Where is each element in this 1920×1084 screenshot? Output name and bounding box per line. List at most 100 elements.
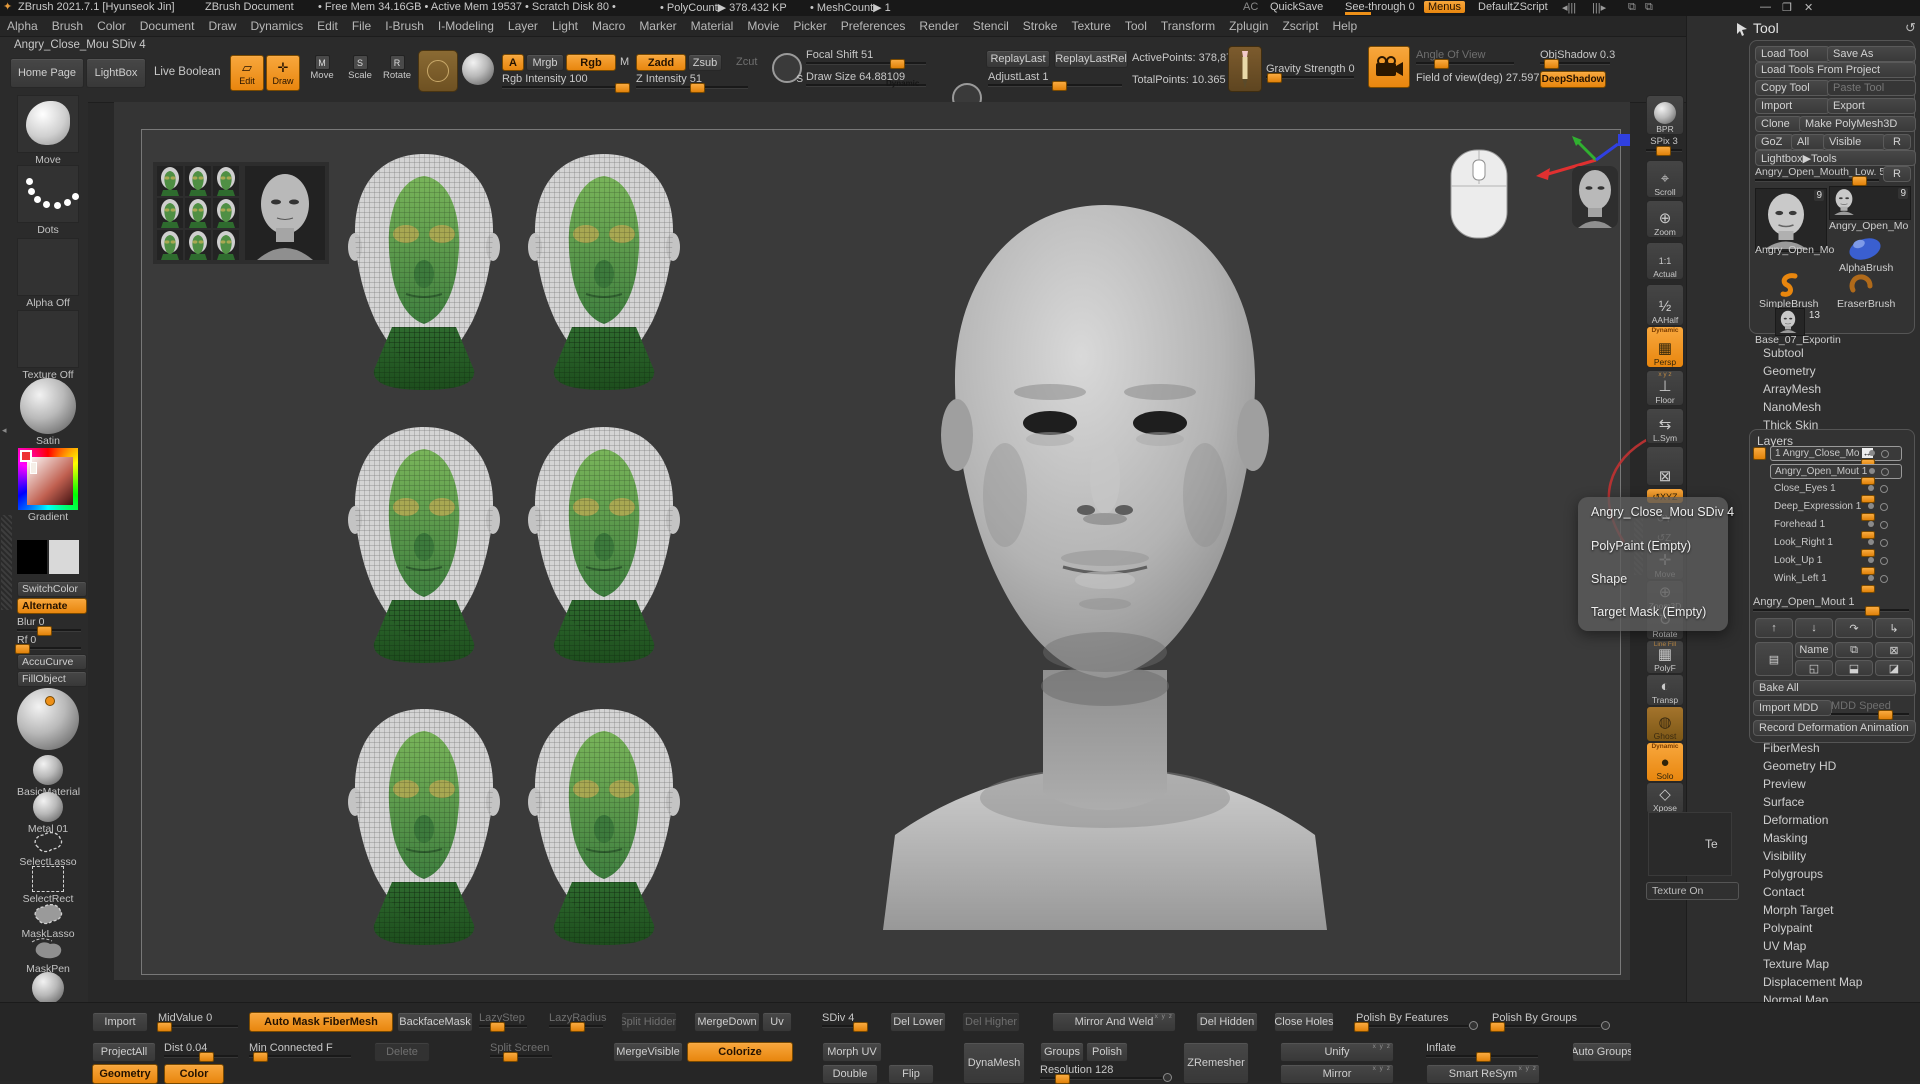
sidebar-item-dots[interactable]: Dots — [17, 165, 79, 236]
expression-thumb[interactable] — [185, 230, 211, 260]
double-button[interactable]: Double — [822, 1064, 878, 1084]
section-polygroups[interactable]: Polygroups — [1763, 867, 1823, 881]
adjust-last-slider[interactable]: AdjustLast 1 — [988, 71, 1122, 86]
section-masking[interactable]: Masking — [1763, 831, 1808, 845]
Zoom-toolbar-button[interactable]: ⊕Zoom — [1646, 200, 1684, 238]
base-head-thumb[interactable]: 13 — [1775, 308, 1805, 336]
sidebar-item-accucurve[interactable]: AccuCurve — [17, 654, 79, 670]
goz-all-button[interactable]: All — [1791, 134, 1826, 150]
record-deformation-button[interactable]: Record Deformation Animation — [1753, 720, 1916, 736]
menu-i-modeling[interactable]: I-Modeling — [438, 19, 494, 33]
layer-arrow-button-1[interactable]: ↓ — [1795, 618, 1833, 638]
rf-0-slider[interactable]: Rf 0 — [17, 634, 81, 649]
menu-file[interactable]: File — [352, 19, 371, 33]
del-hidden-button[interactable]: Del Hidden — [1196, 1012, 1258, 1032]
sculptris-pro-button[interactable] — [462, 53, 494, 85]
fillobject-button[interactable]: FillObject — [17, 671, 87, 687]
zadd-button[interactable]: Zadd — [636, 54, 686, 71]
sdiv-4-slider[interactable]: SDiv 4 — [822, 1012, 868, 1027]
obj-shadow-slider[interactable]: ObjShadow 0.3 — [1540, 49, 1610, 64]
document-canvas[interactable] — [114, 102, 1630, 980]
Scroll-toolbar-button[interactable]: ⌖Scroll — [1646, 160, 1684, 198]
Xpose-toolbar-button[interactable]: ◇Xpose — [1646, 782, 1684, 814]
spix-slider[interactable]: SPix 3 — [1646, 136, 1682, 151]
gravity-slider[interactable]: Gravity Strength 0 — [1266, 63, 1354, 78]
section-preview[interactable]: Preview — [1763, 777, 1806, 791]
layer-merge-button[interactable]: ⬓ — [1835, 660, 1873, 676]
layer-row[interactable]: Look_Right 1 — [1770, 536, 1900, 549]
section-displacement-map[interactable]: Displacement Map — [1763, 975, 1862, 989]
color-button[interactable]: Color — [164, 1064, 224, 1084]
tray-divider-handle[interactable] — [1, 515, 12, 610]
resolution-128-slider[interactable]: Resolution 128 — [1040, 1064, 1162, 1079]
expression-thumb[interactable] — [157, 166, 183, 196]
deep-shadow-button[interactable]: DeepShadow — [1540, 71, 1606, 88]
clone-button[interactable]: Clone — [1755, 116, 1802, 132]
auto-groups-button[interactable]: Auto Groups — [1572, 1042, 1632, 1062]
del-lower-button[interactable]: Del Lower — [890, 1012, 946, 1032]
eraserbrush-thumb[interactable] — [1847, 272, 1875, 298]
import-button[interactable]: Import — [92, 1012, 148, 1032]
menu-stroke[interactable]: Stroke — [1023, 19, 1058, 33]
sidebar-item-alternate[interactable]: Alternate — [17, 598, 79, 614]
tool-thumb-recent[interactable]: 9 — [1829, 186, 1911, 220]
layer-file-button[interactable]: ▤ — [1755, 642, 1793, 676]
sidebar-item-selectlasso[interactable]: SelectLasso — [17, 829, 79, 868]
section-subtool[interactable]: Subtool — [1763, 346, 1804, 360]
sidebar-item-gradient[interactable]: Gradient — [17, 448, 79, 523]
default-zscript-button[interactable]: DefaultZScript — [1478, 1, 1548, 13]
zsub-button[interactable]: Zsub — [688, 54, 722, 71]
panel-toggle-icon[interactable]: ⧉ — [1628, 1, 1636, 14]
mergevisible-button[interactable]: MergeVisible — [613, 1042, 683, 1062]
save-as-button[interactable]: Save As — [1827, 46, 1916, 62]
dock-right-icon[interactable]: |||▸ — [1592, 1, 1606, 14]
menu-zplugin[interactable]: Zplugin — [1229, 19, 1268, 33]
switchcolor-button[interactable]: SwitchColor — [17, 581, 87, 597]
blur-0-slider[interactable]: Blur 0 — [17, 616, 81, 631]
menu-stencil[interactable]: Stencil — [973, 19, 1009, 33]
flip-button[interactable]: Flip — [888, 1064, 934, 1084]
layer-arrow-button-3[interactable]: ↳ — [1875, 618, 1913, 638]
sidebar-item-maskpen[interactable]: MaskPen — [17, 936, 79, 975]
sidebar-item-alpha-off[interactable]: Alpha Off — [17, 238, 79, 309]
sidebar-item-satin[interactable]: Satin — [17, 378, 79, 447]
reference-photo[interactable] — [245, 166, 325, 260]
L.Sym-toolbar-button[interactable]: ⇆L.Sym — [1646, 408, 1684, 444]
sidebar-item-move[interactable]: Move — [17, 95, 79, 166]
home-page-button[interactable]: Home Page — [10, 58, 84, 88]
layer-invert-button[interactable]: ◪ — [1875, 660, 1913, 676]
accucurve-button[interactable]: AccuCurve — [17, 654, 87, 670]
Solo-toolbar-button[interactable]: Dynamic●Solo — [1646, 742, 1684, 782]
section-geometry-hd[interactable]: Geometry HD — [1763, 759, 1836, 773]
section-geometry[interactable]: Geometry — [1763, 364, 1816, 378]
sidebar-item-switchcolor[interactable]: SwitchColor — [17, 581, 79, 597]
inflate-slider[interactable]: Inflate — [1426, 1042, 1538, 1057]
section-contact[interactable]: Contact — [1763, 885, 1804, 899]
zremesher-button[interactable]: ZRemesher — [1183, 1042, 1249, 1084]
section-arraymesh[interactable]: ArrayMesh — [1763, 382, 1821, 396]
dist-0-04-slider[interactable]: Dist 0.04 — [164, 1042, 238, 1057]
section-deformation[interactable]: Deformation — [1763, 813, 1828, 827]
dock-left-icon[interactable]: ◂||| — [1562, 1, 1576, 14]
midvalue-0-slider[interactable]: MidValue 0 — [158, 1012, 238, 1027]
expression-thumb[interactable] — [213, 198, 239, 228]
angle-of-view-slider[interactable]: Angle Of View — [1416, 49, 1514, 64]
menu-i-brush[interactable]: I-Brush — [385, 19, 424, 33]
groups-button[interactable]: Groups — [1040, 1042, 1084, 1062]
rgb-button[interactable]: Rgb — [566, 54, 616, 71]
menu-help[interactable]: Help — [1332, 19, 1357, 33]
section-morph-target[interactable]: Morph Target — [1763, 903, 1833, 917]
brush-preview-button[interactable] — [418, 50, 458, 92]
lightbox-tools-button[interactable]: Lightbox▶Tools — [1755, 150, 1916, 166]
load-tool-button[interactable]: Load Tool — [1755, 46, 1830, 62]
dynamic-toggle[interactable]: Dynamic — [886, 79, 919, 88]
expression-thumb[interactable] — [213, 230, 239, 260]
live-boolean-button[interactable]: Live Boolean — [154, 66, 221, 78]
Persp-toolbar-button[interactable]: Dynamic▦Persp — [1646, 326, 1684, 368]
lazy-mouse-button[interactable] — [1228, 46, 1262, 92]
layer-row[interactable]: Forehead 1 — [1770, 518, 1900, 531]
sidebar-item-fillobject[interactable]: FillObject — [17, 671, 79, 687]
menu-edit[interactable]: Edit — [317, 19, 338, 33]
replay-last-rel-button[interactable]: ReplayLastRel — [1054, 50, 1128, 68]
m-button[interactable]: M — [620, 56, 629, 68]
